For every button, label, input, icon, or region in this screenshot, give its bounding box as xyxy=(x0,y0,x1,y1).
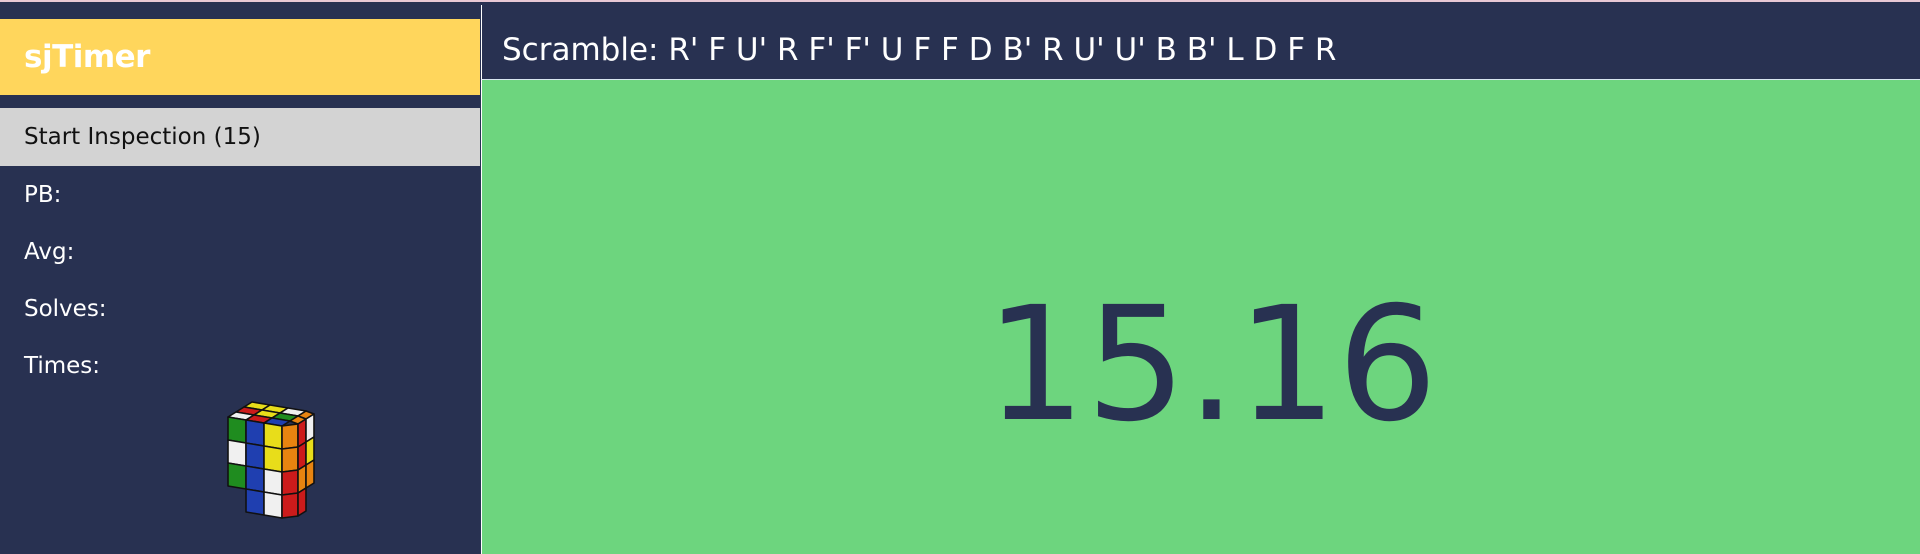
sidebar: sjTimer Start Inspection (15) PB: Avg: S… xyxy=(0,5,480,554)
scramble-label: Scramble: xyxy=(502,32,659,68)
avg-label: Avg: xyxy=(24,239,75,265)
scramble-sequence: R' F U' R F' F' U F F D B' R U' U' B B' … xyxy=(668,32,1337,68)
start-inspection-button[interactable]: Start Inspection (15) xyxy=(0,108,480,166)
solves-label: Solves: xyxy=(24,296,107,322)
app-logo: sjTimer xyxy=(0,19,480,95)
times-label: Times: xyxy=(24,353,101,379)
rubiks-cube-icon xyxy=(227,401,315,519)
pb-label: PB: xyxy=(24,182,62,208)
timer-area[interactable]: 15.16 xyxy=(481,80,1920,554)
timer-display: 15.16 xyxy=(985,273,1438,457)
scramble-header: Scramble: R' F U' R F' F' U F F D B' R U… xyxy=(481,5,1920,80)
